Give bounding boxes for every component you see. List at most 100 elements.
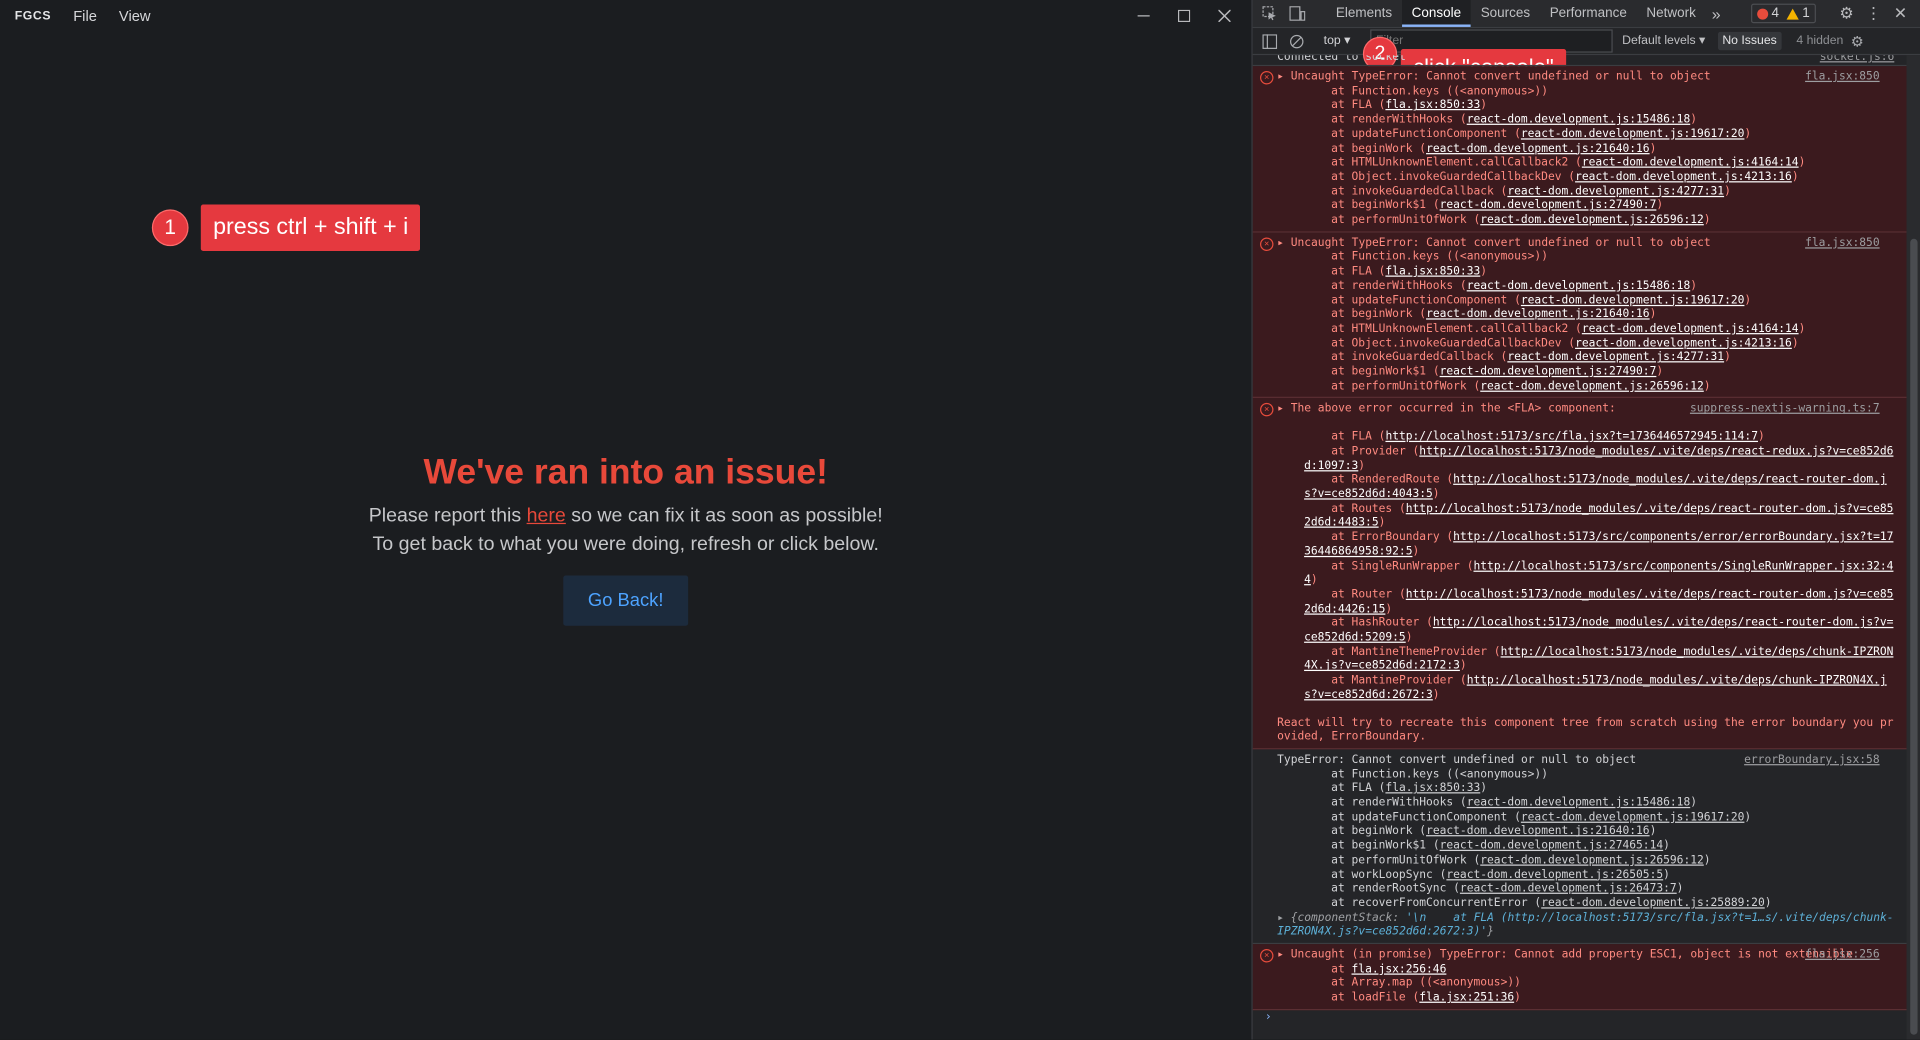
kebab-menu-icon[interactable]: ⋮: [1860, 4, 1887, 24]
stack-function: Routes: [1351, 501, 1393, 516]
stack-frame: at HashRouter (http://localhost:5173/nod…: [1304, 616, 1894, 645]
context-selector[interactable]: top ▾: [1324, 34, 1351, 47]
stack-frame: at renderWithHooks (react-dom.developmen…: [1304, 795, 1698, 810]
stack-location-link[interactable]: http://localhost:5173/src/fla.jsx?t=1736…: [1385, 430, 1758, 443]
error-count: 4: [1771, 6, 1780, 21]
expand-arrow-icon[interactable]: ▸ {: [1277, 911, 1297, 924]
issue-badges[interactable]: 4 1: [1750, 3, 1833, 24]
go-back-button[interactable]: Go Back!: [563, 575, 689, 626]
stack-location-link[interactable]: react-dom.development.js:19617:20: [1521, 127, 1745, 140]
stack-location-link[interactable]: fla.jsx:251:36: [1419, 991, 1514, 1004]
stack-frame: at beginWork$1 (react-dom.development.js…: [1304, 838, 1670, 853]
close-devtools-icon[interactable]: ✕: [1887, 4, 1914, 24]
maximize-icon[interactable]: [1163, 4, 1203, 28]
source-link[interactable]: fla.jsx:850: [1805, 236, 1880, 250]
expand-arrow-icon[interactable]: ▸: [1277, 236, 1291, 249]
stack-location-link[interactable]: react-dom.development.js:4277:31: [1507, 184, 1724, 197]
stack-location-link[interactable]: react-dom.development.js:4277:31: [1507, 351, 1724, 364]
stack-function: FLA: [1351, 264, 1372, 279]
log-levels-dropdown[interactable]: Default levels ▾: [1622, 34, 1705, 47]
sidebar-toggle-icon[interactable]: [1260, 31, 1280, 51]
error-warning-counter[interactable]: 4 1: [1750, 3, 1816, 24]
stack-location-link[interactable]: fla.jsx:850:33: [1385, 265, 1480, 278]
stack-location-link[interactable]: react-dom.development.js:26596:12: [1480, 379, 1704, 392]
stack-location-link[interactable]: react-dom.development.js:27490:7: [1440, 199, 1657, 212]
expand-arrow-icon[interactable]: ▸: [1277, 70, 1291, 83]
stack-function: beginWork: [1351, 824, 1413, 839]
expand-arrow-icon[interactable]: ▸: [1277, 402, 1291, 415]
stack-location-link[interactable]: react-dom.development.js:26473:7: [1460, 882, 1677, 895]
stack-at: at: [1304, 767, 1352, 781]
stack-location-link[interactable]: react-dom.development.js:27465:14: [1440, 839, 1664, 852]
stack-location-link[interactable]: react-dom.development.js:4213:16: [1575, 336, 1792, 349]
stack-location-link[interactable]: react-dom.development.js:4213:16: [1575, 170, 1792, 183]
more-tabs-icon[interactable]: »: [1706, 4, 1727, 22]
stack-location-link[interactable]: http://localhost:5173/node_modules/.vite…: [1304, 502, 1893, 530]
console-scrollbar[interactable]: [1906, 55, 1920, 1040]
logged-object[interactable]: ▸ {componentStack: '\n at FLA (http://lo…: [1277, 911, 1897, 940]
stack-at: at: [1304, 473, 1352, 487]
source-link[interactable]: fla.jsx:256: [1805, 948, 1880, 962]
clear-console-icon[interactable]: [1287, 31, 1307, 51]
stack-function: performUnitOfWork: [1351, 379, 1467, 393]
callout-label: press ctrl + shift + i: [200, 204, 421, 252]
stack-location-link[interactable]: fla.jsx:256:46: [1352, 962, 1447, 975]
console-prompt[interactable]: ›: [1253, 1010, 1907, 1027]
object-key: componentStack: [1297, 910, 1393, 925]
device-toolbar-icon[interactable]: [1287, 4, 1307, 24]
stack-location-link[interactable]: react-dom.development.js:27490:7: [1440, 365, 1657, 378]
stack-location-link[interactable]: react-dom.development.js:19617:20: [1521, 293, 1745, 306]
stack-location-link[interactable]: react-dom.development.js:26596:12: [1480, 853, 1704, 866]
source-link[interactable]: socket.js:6: [1820, 55, 1895, 62]
stack-location-link[interactable]: react-dom.development.js:21640:16: [1426, 825, 1650, 838]
stack-location-link[interactable]: fla.jsx:850:33: [1385, 98, 1480, 111]
minimize-icon[interactable]: [1123, 4, 1163, 28]
scrollbar-thumb[interactable]: [1910, 238, 1918, 1035]
issues-button[interactable]: No Issues: [1717, 31, 1782, 51]
console-settings-icon[interactable]: ⚙: [1851, 32, 1864, 49]
stack-frame: at RenderedRoute (http://localhost:5173/…: [1304, 473, 1887, 501]
menu-view[interactable]: View: [119, 7, 151, 24]
stack-location-link[interactable]: react-dom.development.js:19617:20: [1521, 810, 1745, 823]
stack-location-link[interactable]: react-dom.development.js:26505:5: [1446, 868, 1663, 881]
settings-gear-icon[interactable]: ⚙: [1833, 4, 1860, 24]
stack-frame: at ErrorBoundary (http://localhost:5173/…: [1304, 530, 1894, 559]
expand-arrow-icon[interactable]: ▸: [1277, 948, 1291, 961]
stack-location-link[interactable]: react-dom.development.js:25889:20: [1541, 896, 1765, 909]
stack-location-link[interactable]: react-dom.development.js:26596:12: [1480, 213, 1704, 226]
stack-frame: at recoverFromConcurrentError (react-dom…: [1304, 896, 1772, 910]
stack-function: updateFunctionComponent: [1351, 810, 1508, 824]
stack-function: beginWork$1: [1351, 838, 1427, 853]
stack-location-link[interactable]: fla.jsx:850:33: [1385, 782, 1480, 795]
stack-function: beginWork: [1351, 307, 1413, 322]
close-icon[interactable]: [1204, 4, 1244, 28]
stack-location-link[interactable]: react-dom.development.js:15486:18: [1467, 796, 1691, 809]
stack-at: at: [1304, 962, 1352, 976]
stack-at: at: [1304, 810, 1352, 824]
menu-file[interactable]: File: [73, 7, 97, 24]
stack-frame: at FLA (fla.jsx:850:33): [1304, 98, 1488, 112]
title-bar: FGCS File View: [0, 0, 1251, 32]
stack-frame: at Object.invokeGuardedCallbackDev (reac…: [1304, 336, 1799, 350]
stack-location-link[interactable]: react-dom.development.js:15486:18: [1467, 279, 1691, 292]
stack-function: loadFile: [1351, 990, 1406, 1005]
stack-frame: at MantineThemeProvider (http://localhos…: [1304, 644, 1894, 673]
stack-location-link[interactable]: react-dom.development.js:15486:18: [1467, 113, 1691, 126]
stack-function: Provider: [1351, 444, 1406, 458]
tab-network[interactable]: Network: [1637, 0, 1706, 27]
report-link[interactable]: here: [527, 506, 566, 527]
stack-location-link[interactable]: http://localhost:5173/node_modules/.vite…: [1304, 588, 1893, 616]
stack-location-link[interactable]: react-dom.development.js:21640:16: [1426, 308, 1650, 321]
message-text: ▸ Uncaught TypeError: Cannot convert und…: [1277, 70, 1897, 84]
source-link[interactable]: suppress-nextjs-warning.ts:7: [1690, 402, 1880, 416]
error-title: We've ran into an issue!: [423, 453, 828, 493]
stack-function: HTMLUnknownElement.callCallback2: [1351, 155, 1569, 170]
source-link[interactable]: fla.jsx:850: [1805, 70, 1880, 84]
inspect-element-icon[interactable]: [1260, 4, 1280, 24]
source-link[interactable]: errorBoundary.jsx:58: [1744, 753, 1879, 767]
stack-location-link[interactable]: react-dom.development.js:4164:14: [1582, 156, 1799, 169]
stack-function: Array.map: [1351, 976, 1413, 990]
stack-frame: at Object.invokeGuardedCallbackDev (reac…: [1304, 170, 1799, 184]
stack-location-link[interactable]: react-dom.development.js:21640:16: [1426, 141, 1650, 154]
stack-location-link[interactable]: react-dom.development.js:4164:14: [1582, 322, 1799, 335]
